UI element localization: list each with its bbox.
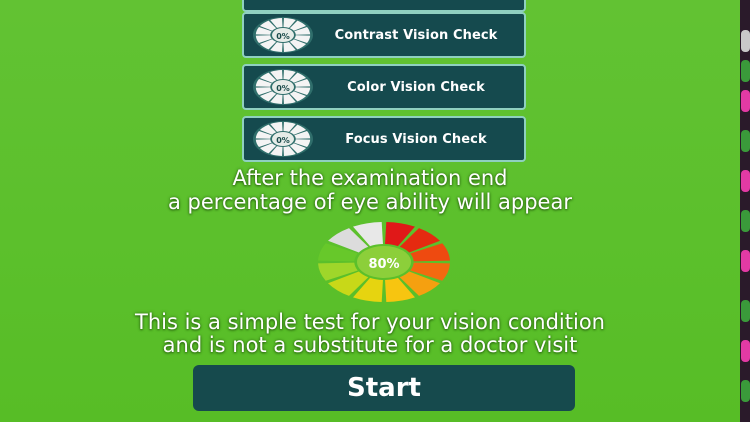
dial-icon: 0%: [252, 16, 314, 54]
partial-check-button[interactable]: [242, 0, 526, 12]
focus-vision-check-button[interactable]: 0% Focus Vision Check: [242, 116, 526, 162]
start-button[interactable]: Start: [193, 365, 575, 411]
color-vision-check-button[interactable]: 0% Color Vision Check: [242, 64, 526, 110]
dial-icon: 0%: [252, 68, 314, 106]
dial-icon: [252, 0, 314, 8]
dial-percent: 0%: [276, 136, 290, 145]
info-line-1: After the examination end: [232, 166, 508, 190]
contrast-vision-check-button[interactable]: 0% Contrast Vision Check: [242, 12, 526, 58]
dial-percent: 0%: [276, 84, 290, 93]
disclaimer-line-1: This is a simple test for your vision co…: [135, 310, 605, 334]
button-label: Focus Vision Check: [345, 131, 487, 147]
button-label: Contrast Vision Check: [334, 27, 498, 43]
info-line-2: a percentage of eye ability will appear: [168, 190, 572, 214]
disclaimer-line-2: and is not a substitute for a doctor vis…: [162, 333, 578, 357]
gauge-percent-label: 80%: [368, 257, 399, 272]
button-label: Color Vision Check: [347, 79, 485, 95]
dial-percent: 0%: [276, 32, 290, 41]
dial-icon: 0%: [252, 120, 314, 158]
percentage-gauge: 80%: [314, 220, 454, 304]
adjacent-screen-edge: [740, 0, 750, 422]
